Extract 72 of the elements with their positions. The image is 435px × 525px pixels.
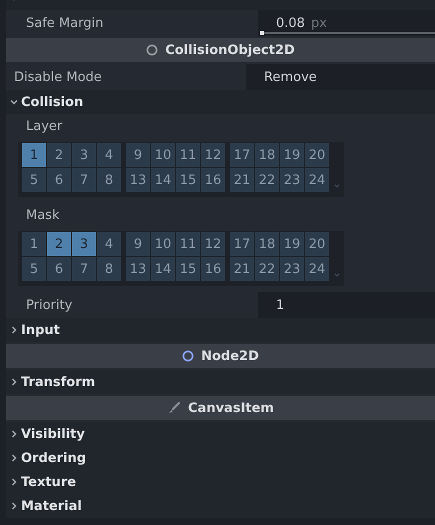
node-icon	[146, 44, 158, 56]
value-field[interactable]: 1	[258, 292, 435, 318]
node-icon	[182, 350, 194, 362]
layer-toggle[interactable]: 3	[72, 143, 96, 167]
layer-toggle[interactable]: 19	[280, 232, 304, 256]
section-header[interactable]: Collision	[6, 90, 435, 114]
property-label: Layer	[25, 118, 64, 136]
layer-toggle[interactable]: 8	[97, 257, 121, 281]
layer-toggle[interactable]: 22	[255, 168, 279, 192]
layer-toggle[interactable]: 3	[72, 232, 96, 256]
value-field[interactable]: 0.08 px	[258, 10, 435, 36]
layer-toggle[interactable]: 4	[97, 143, 121, 167]
layer-toggle[interactable]: 14	[151, 257, 175, 281]
layer-toggle[interactable]: 7	[72, 257, 96, 281]
layer-toggle[interactable]: 20	[305, 232, 329, 256]
layer-toggle[interactable]: 9	[126, 232, 150, 256]
layer-toggle[interactable]: 15	[176, 257, 200, 281]
layer-toggle[interactable]: 6	[47, 168, 71, 192]
layer-toggle[interactable]: 21	[230, 168, 254, 192]
layer-toggle[interactable]: 22	[255, 257, 279, 281]
category-title: Node2D	[201, 348, 259, 364]
layer-toggle[interactable]: 2	[47, 232, 71, 256]
layer-toggle[interactable]: 2	[47, 143, 71, 167]
property-label: Safe Margin	[25, 14, 104, 32]
layer-toggle[interactable]: 16	[201, 257, 225, 281]
property-label: Disable Mode	[13, 68, 103, 86]
property-label: Mask	[25, 206, 60, 224]
layer-toggle[interactable]: 13	[126, 257, 150, 281]
layer-toggle[interactable]: 12	[201, 232, 225, 256]
layer-toggle[interactable]: 13	[126, 168, 150, 192]
category-title: CanvasItem	[188, 400, 274, 416]
layer-toggle[interactable]: 14	[151, 168, 175, 192]
layer-toggle[interactable]: 7	[72, 168, 96, 192]
layer-toggle[interactable]: 12	[201, 143, 225, 167]
layer-toggle[interactable]: 11	[176, 143, 200, 167]
slider-thumb[interactable]	[260, 31, 264, 35]
layer-toggle[interactable]: 18	[255, 232, 279, 256]
layer-toggle[interactable]: 17	[230, 232, 254, 256]
brush-icon	[167, 401, 182, 415]
chevron-icon[interactable]	[334, 182, 340, 190]
layer-toggle[interactable]: 4	[97, 232, 121, 256]
layer-toggle[interactable]: 5	[22, 257, 46, 281]
layer-toggle[interactable]: 19	[280, 143, 304, 167]
chevron-icon[interactable]	[334, 271, 340, 279]
layer-toggle[interactable]: 6	[47, 257, 71, 281]
layer-toggle[interactable]: 1	[22, 143, 46, 167]
layer-toggle[interactable]: 24	[305, 257, 329, 281]
section-header[interactable]: Input	[6, 318, 435, 342]
layer-toggle[interactable]: 23	[280, 257, 304, 281]
layer-toggle[interactable]: 5	[22, 168, 46, 192]
section-header[interactable]: Texture	[6, 470, 435, 494]
section-header[interactable]: Visibility	[6, 422, 435, 446]
section-header[interactable]: Ordering	[6, 446, 435, 470]
layer-toggle[interactable]: 1	[22, 232, 46, 256]
layer-toggle[interactable]: 21	[230, 257, 254, 281]
layer-toggle[interactable]: 16	[201, 168, 225, 192]
layer-toggle[interactable]: 18	[255, 143, 279, 167]
layer-toggle[interactable]: 20	[305, 143, 329, 167]
layer-toggle[interactable]: 24	[305, 168, 329, 192]
layer-toggle[interactable]: 17	[230, 143, 254, 167]
value-field[interactable]: Remove	[246, 64, 435, 90]
property-label: Priority	[25, 296, 74, 314]
layer-toggle[interactable]: 10	[151, 232, 175, 256]
layer-toggle[interactable]: 15	[176, 168, 200, 192]
layer-toggle[interactable]: 23	[280, 168, 304, 192]
layer-toggle[interactable]: 8	[97, 168, 121, 192]
layer-toggle[interactable]: 10	[151, 143, 175, 167]
category-title: CollisionObject2D	[165, 42, 295, 58]
section-header[interactable]: Transform	[6, 370, 435, 394]
section-header[interactable]: Material	[6, 494, 435, 518]
layer-toggle[interactable]: 9	[126, 143, 150, 167]
layer-toggle[interactable]: 11	[176, 232, 200, 256]
